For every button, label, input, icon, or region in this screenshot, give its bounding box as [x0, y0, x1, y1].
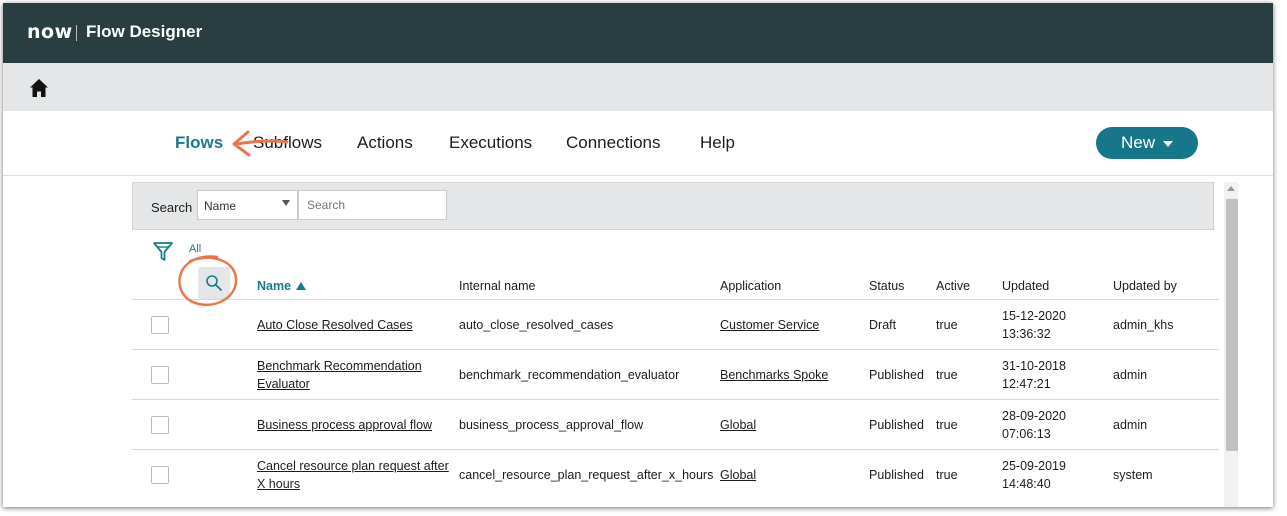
flow-name-link[interactable]: Auto Close Resolved Cases — [257, 316, 413, 334]
servicenow-logo[interactable]: now — [27, 21, 73, 43]
status-value: Draft — [869, 318, 897, 332]
flow-name-link-line2[interactable]: X hours — [257, 475, 300, 493]
updated-by: system — [1113, 468, 1153, 482]
flow-name-link[interactable]: Cancel resource plan request after — [257, 457, 449, 475]
updated-by: admin — [1113, 368, 1148, 382]
row-divider — [132, 349, 1219, 350]
status-value: Published — [869, 418, 924, 432]
tab-flows[interactable]: Flows — [175, 133, 223, 153]
search-label: Search — [151, 200, 193, 215]
header-divider-line — [132, 299, 1219, 300]
internal-name: benchmark_recommendation_evaluator — [459, 368, 680, 382]
sort-ascending-icon — [296, 282, 307, 290]
status-value: Published — [869, 468, 924, 482]
tab-connections[interactable]: Connections — [566, 133, 661, 153]
col-header-application[interactable]: Application — [720, 279, 781, 293]
top-header: now Flow Designer — [3, 3, 1273, 63]
search-field-select[interactable]: Name — [197, 190, 298, 220]
status-value: Published — [869, 368, 924, 382]
active-value: true — [936, 368, 958, 382]
updated-date: 15-12-2020 — [1002, 309, 1066, 323]
tab-executions[interactable]: Executions — [449, 133, 532, 153]
flow-name-link[interactable]: Benchmark Recommendation — [257, 357, 422, 375]
col-header-updated[interactable]: Updated — [1002, 279, 1049, 293]
updated-by: admin_khs — [1113, 318, 1174, 332]
internal-name: auto_close_resolved_cases — [459, 318, 614, 332]
row-divider — [132, 449, 1219, 450]
col-header-updated-by[interactable]: Updated by — [1113, 279, 1177, 293]
home-icon[interactable] — [29, 78, 49, 98]
updated-time: 13:36:32 — [1002, 327, 1051, 341]
updated-time: 12:47:21 — [1002, 377, 1051, 391]
tab-subflows[interactable]: Subflows — [253, 133, 322, 153]
home-bar — [3, 63, 1273, 111]
application-link[interactable]: Global — [720, 466, 756, 484]
dropdown-arrow-icon — [282, 200, 290, 206]
column-search-button[interactable] — [198, 267, 230, 299]
internal-name: business_process_approval_flow — [459, 418, 644, 432]
search-field-value: Name — [204, 199, 237, 213]
vertical-scrollbar[interactable] — [1224, 182, 1238, 507]
active-value: true — [936, 418, 958, 432]
app-window: now Flow Designer Flows Subflows Actions… — [3, 3, 1273, 507]
col-header-status[interactable]: Status — [869, 279, 904, 293]
application-link[interactable]: Customer Service — [720, 316, 819, 334]
search-icon — [206, 275, 222, 291]
flow-name-link-line2[interactable]: Evaluator — [257, 375, 310, 393]
application-link[interactable]: Benchmarks Spoke — [720, 366, 828, 384]
updated-by: admin — [1113, 418, 1148, 432]
updated-date: 31-10-2018 — [1002, 359, 1066, 373]
row-checkbox[interactable] — [151, 466, 169, 484]
scroll-thumb[interactable] — [1226, 199, 1238, 451]
application-link[interactable]: Global — [720, 416, 756, 434]
filter-all-link[interactable]: All — [189, 243, 201, 255]
col-header-name-label: Name — [257, 279, 292, 293]
new-button[interactable]: New — [1096, 127, 1198, 159]
filter-icon[interactable] — [152, 241, 174, 263]
internal-name: cancel_resource_plan_request_after_x_hou… — [459, 468, 714, 482]
scroll-up-icon[interactable] — [1227, 186, 1235, 191]
row-checkbox[interactable] — [151, 416, 169, 434]
updated-date: 28-09-2020 — [1002, 409, 1066, 423]
col-header-name[interactable]: Name — [257, 279, 307, 293]
updated-time: 14:48:40 — [1002, 477, 1051, 491]
flow-name-link[interactable]: Business process approval flow — [257, 416, 432, 434]
col-header-active[interactable]: Active — [936, 279, 970, 293]
header-divider — [76, 25, 77, 41]
app-title: Flow Designer — [86, 22, 203, 41]
col-header-internal-name[interactable]: Internal name — [459, 279, 535, 293]
active-value: true — [936, 468, 958, 482]
search-input[interactable] — [298, 190, 447, 220]
row-divider — [132, 399, 1219, 400]
chevron-down-icon — [1163, 141, 1173, 147]
row-checkbox[interactable] — [151, 316, 169, 334]
row-checkbox[interactable] — [151, 366, 169, 384]
new-button-label: New — [1120, 133, 1155, 152]
tab-actions[interactable]: Actions — [357, 133, 413, 153]
tab-help[interactable]: Help — [700, 133, 735, 153]
active-value: true — [936, 318, 958, 332]
main-nav: Flows Subflows Actions Executions Connec… — [3, 111, 1273, 176]
updated-date: 25-09-2019 — [1002, 459, 1066, 473]
search-bar: Search Name — [132, 182, 1214, 230]
updated-time: 07:06:13 — [1002, 427, 1051, 441]
